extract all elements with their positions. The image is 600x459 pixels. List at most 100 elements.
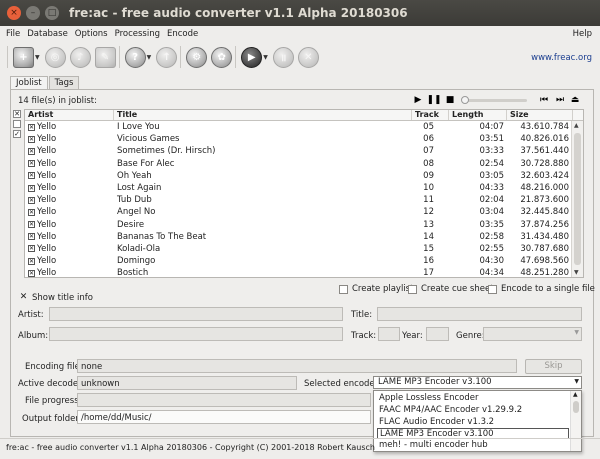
row-checkbox[interactable]: ✕ <box>28 269 35 277</box>
encoder-option[interactable]: Apple Lossless Encoder <box>377 393 569 404</box>
table-row[interactable]: ✕ Yello Bananas To The Beat 14 02:58 31.434.4… <box>25 231 583 243</box>
artist-field[interactable] <box>49 307 343 321</box>
remove-icon[interactable]: ♪ <box>69 46 91 68</box>
tab-joblist[interactable]: Joblist <box>10 76 48 90</box>
row-checkbox[interactable]: ✕ <box>28 196 35 204</box>
create-cue-checkbox[interactable] <box>408 284 417 294</box>
toolbar-separator <box>235 46 237 68</box>
table-row[interactable]: ✕ Yello Koladi-Ola 15 02:55 30.787.680 <box>25 243 583 255</box>
config-icon[interactable]: ⚙ <box>186 46 208 68</box>
table-row[interactable]: ✕ Yello I Love You 05 04:07 43.610.784 <box>25 121 583 133</box>
create-playlist-checkbox[interactable] <box>339 284 348 294</box>
previous-track-icon[interactable]: ⏮ <box>538 94 550 106</box>
start-encoding-icon[interactable]: ▶ <box>241 46 263 68</box>
minimize-window-button[interactable]: – <box>26 6 40 20</box>
table-row[interactable]: ✕ Yello Domingo 16 04:30 47.698.560 <box>25 255 583 267</box>
chevron-down-icon[interactable]: ▼ <box>147 54 152 61</box>
add-files-icon[interactable]: + <box>13 46 34 68</box>
show-title-info-option[interactable]: ✕ Show title info <box>19 292 93 303</box>
column-artist[interactable]: Artist <box>25 110 114 120</box>
cddb-submit-icon[interactable]: ↑ <box>156 46 178 68</box>
row-checkbox[interactable]: ✕ <box>28 208 35 216</box>
scroll-down-icon[interactable]: ▼ <box>574 269 579 276</box>
menu-help[interactable]: Help <box>573 29 592 39</box>
table-row[interactable]: ✕ Yello Bostich 17 04:34 48.251.280 <box>25 267 583 277</box>
track-field[interactable] <box>378 327 400 341</box>
table-row[interactable]: ✕ Yello Desire 13 03:35 37.874.256 <box>25 219 583 231</box>
chevron-down-icon[interactable]: ▼ <box>263 54 268 61</box>
menu-options[interactable]: Options <box>75 29 108 39</box>
output-folder-label: Output folder: <box>22 414 82 424</box>
row-checkbox[interactable]: ✕ <box>28 135 35 143</box>
menu-file[interactable]: File <box>6 29 20 39</box>
row-checkbox[interactable]: ✕ <box>28 172 35 180</box>
column-title[interactable]: Title <box>114 110 412 120</box>
table-row[interactable]: ✕ Yello Angel No 12 03:04 32.445.840 <box>25 206 583 218</box>
table-row[interactable]: ✕ Yello Vicious Games 06 03:51 40.826.016 <box>25 133 583 145</box>
scrollbar-thumb[interactable] <box>574 133 581 265</box>
row-artist-text: Yello <box>37 219 57 230</box>
table-row[interactable]: ✕ Yello Sometimes (Dr. Hirsch) 07 03:33 37.56… <box>25 145 583 157</box>
column-length[interactable]: Length <box>449 110 507 120</box>
genre-select[interactable]: ▼ <box>483 327 582 341</box>
pause-icon[interactable]: ❚❚ <box>426 94 441 106</box>
row-checkbox[interactable]: ✕ <box>28 160 35 168</box>
table-row[interactable]: ✕ Yello Base For Alec 08 02:54 30.728.880 <box>25 158 583 170</box>
year-field[interactable] <box>426 327 449 341</box>
stop-encoding-icon[interactable]: ✕ <box>297 46 319 68</box>
create-cue-option[interactable]: Create cue sheet <box>408 284 494 294</box>
encoder-select[interactable]: LAME MP3 Encoder v3.100 ▼ <box>373 376 582 389</box>
row-title: Koladi-Ola <box>117 243 161 254</box>
scroll-up-icon[interactable]: ▲ <box>573 391 578 398</box>
row-checkbox[interactable]: ✕ <box>28 184 35 192</box>
scroll-up-icon[interactable]: ▲ <box>574 122 579 129</box>
stop-icon[interactable]: ■ <box>444 94 456 106</box>
close-window-button[interactable]: × <box>7 6 21 20</box>
title-field[interactable] <box>377 307 582 321</box>
menu-database[interactable]: Database <box>27 29 68 39</box>
menu-encode[interactable]: Encode <box>167 29 198 39</box>
website-link[interactable]: www.freac.org <box>531 53 592 63</box>
pause-encoding-icon[interactable]: ॥ <box>272 46 294 68</box>
selected-encoder-label: Selected encoder: <box>304 379 381 389</box>
seek-slider-track[interactable] <box>465 99 527 102</box>
table-row[interactable]: ✕ Yello Oh Yeah 09 03:05 32.603.424 <box>25 170 583 182</box>
column-size[interactable]: Size <box>507 110 573 120</box>
chevron-down-icon[interactable]: ▼ <box>35 54 40 61</box>
single-file-option[interactable]: Encode to a single file <box>488 284 595 294</box>
seek-slider-thumb[interactable] <box>461 96 469 104</box>
clear-list-icon[interactable]: ✎ <box>94 46 116 68</box>
settings-icon[interactable]: ✿ <box>211 46 233 68</box>
add-cd-icon[interactable]: ◎ <box>44 46 66 68</box>
maximize-window-button[interactable]: □ <box>45 6 59 20</box>
row-checkbox[interactable]: ✕ <box>28 233 35 241</box>
encoder-option[interactable]: FLAC Audio Encoder v1.3.2 <box>377 417 569 428</box>
next-track-icon[interactable]: ⏭ <box>554 94 566 106</box>
table-row[interactable]: ✕ Yello Tub Dub 11 02:04 21.873.600 <box>25 194 583 206</box>
select-all-checkbox[interactable]: ✕ <box>13 110 21 118</box>
tab-tags[interactable]: Tags <box>48 76 80 90</box>
row-checkbox[interactable]: ✕ <box>28 221 35 229</box>
row-checkbox[interactable]: ✕ <box>28 147 35 155</box>
encoder-option[interactable]: FAAC MP4/AAC Encoder v1.29.9.2 <box>377 405 569 416</box>
show-title-info-checkbox[interactable]: ✕ <box>19 292 28 303</box>
row-track: 16 <box>423 256 434 267</box>
row-checkbox[interactable]: ✕ <box>28 257 35 265</box>
menu-processing[interactable]: Processing <box>115 29 160 39</box>
single-file-checkbox[interactable] <box>488 284 497 294</box>
album-field[interactable] <box>49 327 343 341</box>
row-track: 11 <box>423 195 434 206</box>
cddb-query-icon[interactable]: ? <box>124 46 146 68</box>
select-none-checkbox[interactable] <box>13 120 21 128</box>
create-playlist-option[interactable]: Create playlist <box>339 284 413 294</box>
table-row[interactable]: ✕ Yello Lost Again 10 04:33 48.216.000 <box>25 182 583 194</box>
toggle-selection-checkbox[interactable]: ✓ <box>13 130 21 138</box>
eject-icon[interactable]: ⏏ <box>569 94 581 106</box>
row-checkbox[interactable]: ✕ <box>28 123 35 131</box>
column-track[interactable]: Track <box>412 110 449 120</box>
table-scrollbar[interactable]: ▲ ▼ <box>571 121 583 277</box>
skip-button[interactable]: Skip <box>525 359 582 374</box>
play-icon[interactable]: ▶ <box>412 94 424 106</box>
dropdown-scrollbar-thumb[interactable] <box>573 401 579 413</box>
row-checkbox[interactable]: ✕ <box>28 245 35 253</box>
